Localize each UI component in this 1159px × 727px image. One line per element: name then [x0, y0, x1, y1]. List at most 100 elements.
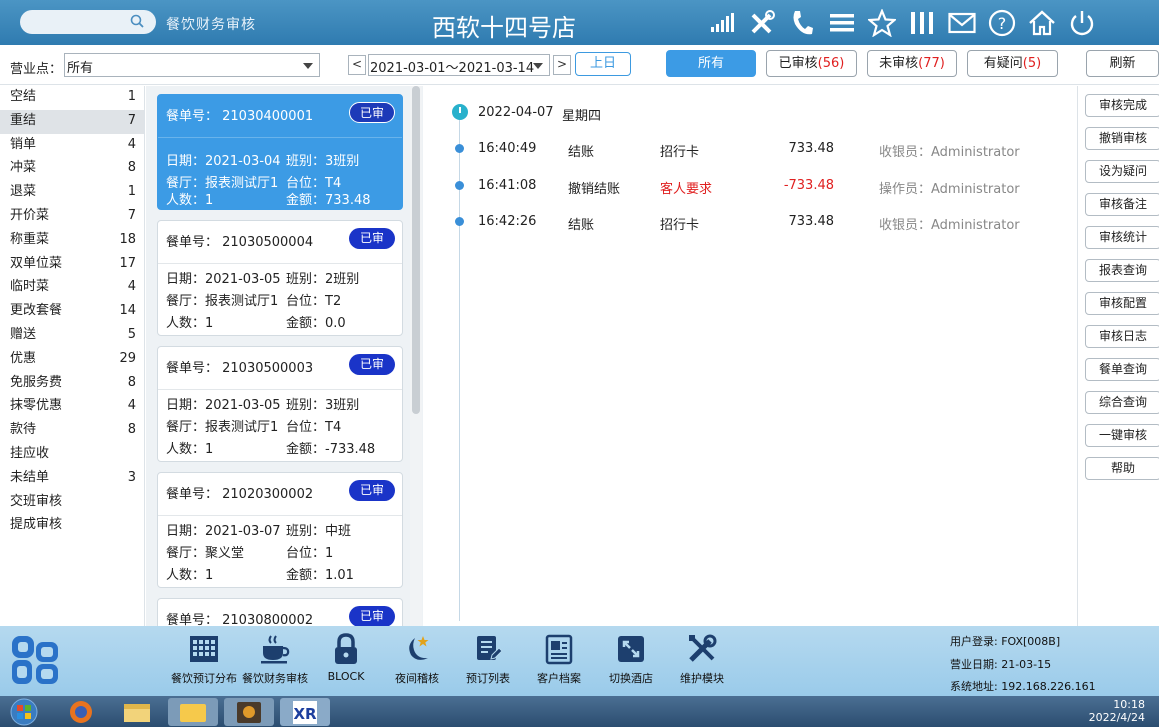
svg-text:?: ?	[998, 14, 1007, 33]
entry-method: 招行卡	[660, 145, 700, 160]
refresh-button[interactable]: 刷新	[1086, 50, 1159, 77]
category-item[interactable]: 款待 8	[0, 419, 144, 443]
date-range-select[interactable]: 2021-03-01～2021-03-14	[368, 54, 550, 76]
order-query-button[interactable]: 餐单查询	[1085, 358, 1159, 381]
power-icon[interactable]	[1066, 7, 1098, 39]
timeline-dot-icon	[455, 144, 464, 153]
category-item[interactable]: 临时菜 4	[0, 276, 144, 300]
entry-amount: -733.48	[783, 178, 834, 193]
category-item[interactable]: 未结单 3	[0, 467, 144, 491]
help-button[interactable]: 帮助	[1085, 457, 1159, 480]
search-icon[interactable]	[130, 14, 144, 28]
home-icon[interactable]	[1026, 7, 1058, 39]
module-customer-profile[interactable]: 客户档案	[520, 632, 598, 686]
order-number: 餐单号： 21020300002	[166, 487, 314, 502]
category-item[interactable]: 称重菜 18	[0, 229, 144, 253]
status-badge: 已审	[349, 354, 395, 375]
timeline-entry: 16:41:08 撤销结账 客人要求 -733.48 操作员：Administr…	[424, 176, 1076, 197]
category-item[interactable]: 退菜 1	[0, 181, 144, 205]
signal-icon[interactable]	[706, 7, 738, 39]
switch-arrows-icon	[613, 632, 649, 666]
order-number: 餐单号： 21030500004	[166, 235, 314, 250]
search-input[interactable]	[20, 10, 156, 34]
app-logo-icon[interactable]	[10, 634, 60, 686]
category-count: 3	[127, 469, 136, 485]
module-maintenance[interactable]: 维护模块	[663, 632, 741, 686]
revoke-audit-button[interactable]: 撤销审核	[1085, 127, 1159, 150]
order-date: 日期：2021-03-05	[166, 398, 281, 413]
order-people: 人数：1	[166, 568, 214, 583]
order-date: 日期：2021-03-05	[166, 272, 281, 287]
module-switch-hotel[interactable]: 切换酒店	[592, 632, 670, 686]
category-label: 销单	[10, 136, 37, 152]
system-address-info: 系统地址: 192.168.226.161	[950, 680, 1096, 693]
scrollbar-thumb[interactable]	[412, 86, 420, 414]
filter-all-button[interactable]: 所有	[666, 50, 756, 77]
columns-icon[interactable]	[906, 7, 938, 39]
order-card[interactable]: 餐单号： 21030400001 已审 日期：2021-03-04 班别：3班别…	[157, 94, 403, 210]
one-click-audit-button[interactable]: 一键审核	[1085, 424, 1159, 447]
tray-clock[interactable]: 10:18 2022/4/24	[1089, 698, 1145, 724]
filter-audited-button[interactable]: 已审核(56)	[766, 50, 857, 77]
audit-note-button[interactable]: 审核备注	[1085, 193, 1159, 216]
category-item[interactable]: 更改套餐 14	[0, 300, 144, 324]
audit-config-button[interactable]: 审核配置	[1085, 292, 1159, 315]
menu-icon[interactable]	[826, 7, 858, 39]
category-item[interactable]: 冲菜 8	[0, 157, 144, 181]
phone-icon[interactable]	[786, 7, 818, 39]
category-item[interactable]: 挂应收	[0, 443, 144, 467]
module-block[interactable]: BLOCK	[307, 632, 385, 683]
order-card[interactable]: 餐单号： 21030800002 已审	[157, 598, 403, 626]
windows-start-icon[interactable]	[6, 698, 42, 726]
category-count: 5	[127, 326, 136, 342]
category-item[interactable]: 空结 1	[0, 86, 144, 110]
filter-question-button[interactable]: 有疑问(5)	[967, 50, 1058, 77]
prev-day-button[interactable]: 上日	[575, 52, 631, 76]
mail-icon[interactable]	[946, 7, 978, 39]
module-night-audit[interactable]: 夜间稽核	[378, 632, 456, 686]
firefox-icon[interactable]	[56, 698, 106, 726]
status-badge: 已审	[349, 606, 395, 626]
next-range-button[interactable]: >	[553, 55, 571, 75]
explorer-icon[interactable]	[112, 698, 162, 726]
audit-complete-button[interactable]: 审核完成	[1085, 94, 1159, 117]
star-icon[interactable]	[866, 7, 898, 39]
category-item[interactable]: 双单位菜 17	[0, 253, 144, 277]
folder-icon[interactable]	[168, 698, 218, 726]
profile-card-icon	[541, 632, 577, 666]
tray-time: 10:18	[1113, 698, 1145, 711]
category-label: 挂应收	[10, 445, 50, 461]
mark-question-button[interactable]: 设为疑问	[1085, 160, 1159, 183]
module-booking-list[interactable]: 预订列表	[449, 632, 527, 686]
category-item[interactable]: 提成审核	[0, 514, 144, 538]
order-hall: 餐厅：报表测试厅1	[166, 420, 279, 435]
tools-icon[interactable]	[746, 7, 778, 39]
category-item[interactable]: 优惠 29	[0, 348, 144, 372]
audit-stats-button[interactable]: 审核统计	[1085, 226, 1159, 249]
category-item[interactable]: 交班审核	[0, 491, 144, 515]
order-card[interactable]: 餐单号： 21030500004 已审 日期：2021-03-05 班别：2班别…	[157, 220, 403, 336]
order-card[interactable]: 餐单号： 21030500003 已审 日期：2021-03-05 班别：3班别…	[157, 346, 403, 462]
category-item[interactable]: 销单 4	[0, 134, 144, 158]
category-count: 7	[127, 207, 136, 223]
category-label: 免服务费	[10, 374, 63, 390]
order-list-scrollbar[interactable]	[410, 86, 422, 626]
prev-range-button[interactable]: <	[348, 55, 366, 75]
general-query-button[interactable]: 综合查询	[1085, 391, 1159, 414]
module-finance-audit[interactable]: 餐饮财务审核	[236, 632, 314, 686]
audit-log-button[interactable]: 审核日志	[1085, 325, 1159, 348]
help-icon[interactable]: ?	[986, 7, 1018, 39]
filter-unaudited-button[interactable]: 未审核(77)	[867, 50, 957, 77]
category-item[interactable]: 抹零优惠 4	[0, 395, 144, 419]
category-item[interactable]: 开价菜 7	[0, 205, 144, 229]
report-query-button[interactable]: 报表查询	[1085, 259, 1159, 282]
category-item[interactable]: 免服务费 8	[0, 372, 144, 396]
outlet-select[interactable]: 所有	[64, 53, 320, 77]
xr-app-icon[interactable]: XR	[280, 698, 330, 726]
java-app-icon[interactable]	[224, 698, 274, 726]
category-item[interactable]: 重结 7	[0, 109, 144, 134]
order-card[interactable]: 餐单号： 21020300002 已审 日期：2021-03-07 班别：中班 …	[157, 472, 403, 588]
module-booking-distribution[interactable]: 餐饮预订分布	[165, 632, 243, 686]
category-item[interactable]: 赠送 5	[0, 324, 144, 348]
module-bar: 餐饮预订分布 餐饮财务审核 BLOCK 夜间稽核 预订列表 客户档案 切换酒店 …	[0, 626, 1159, 696]
